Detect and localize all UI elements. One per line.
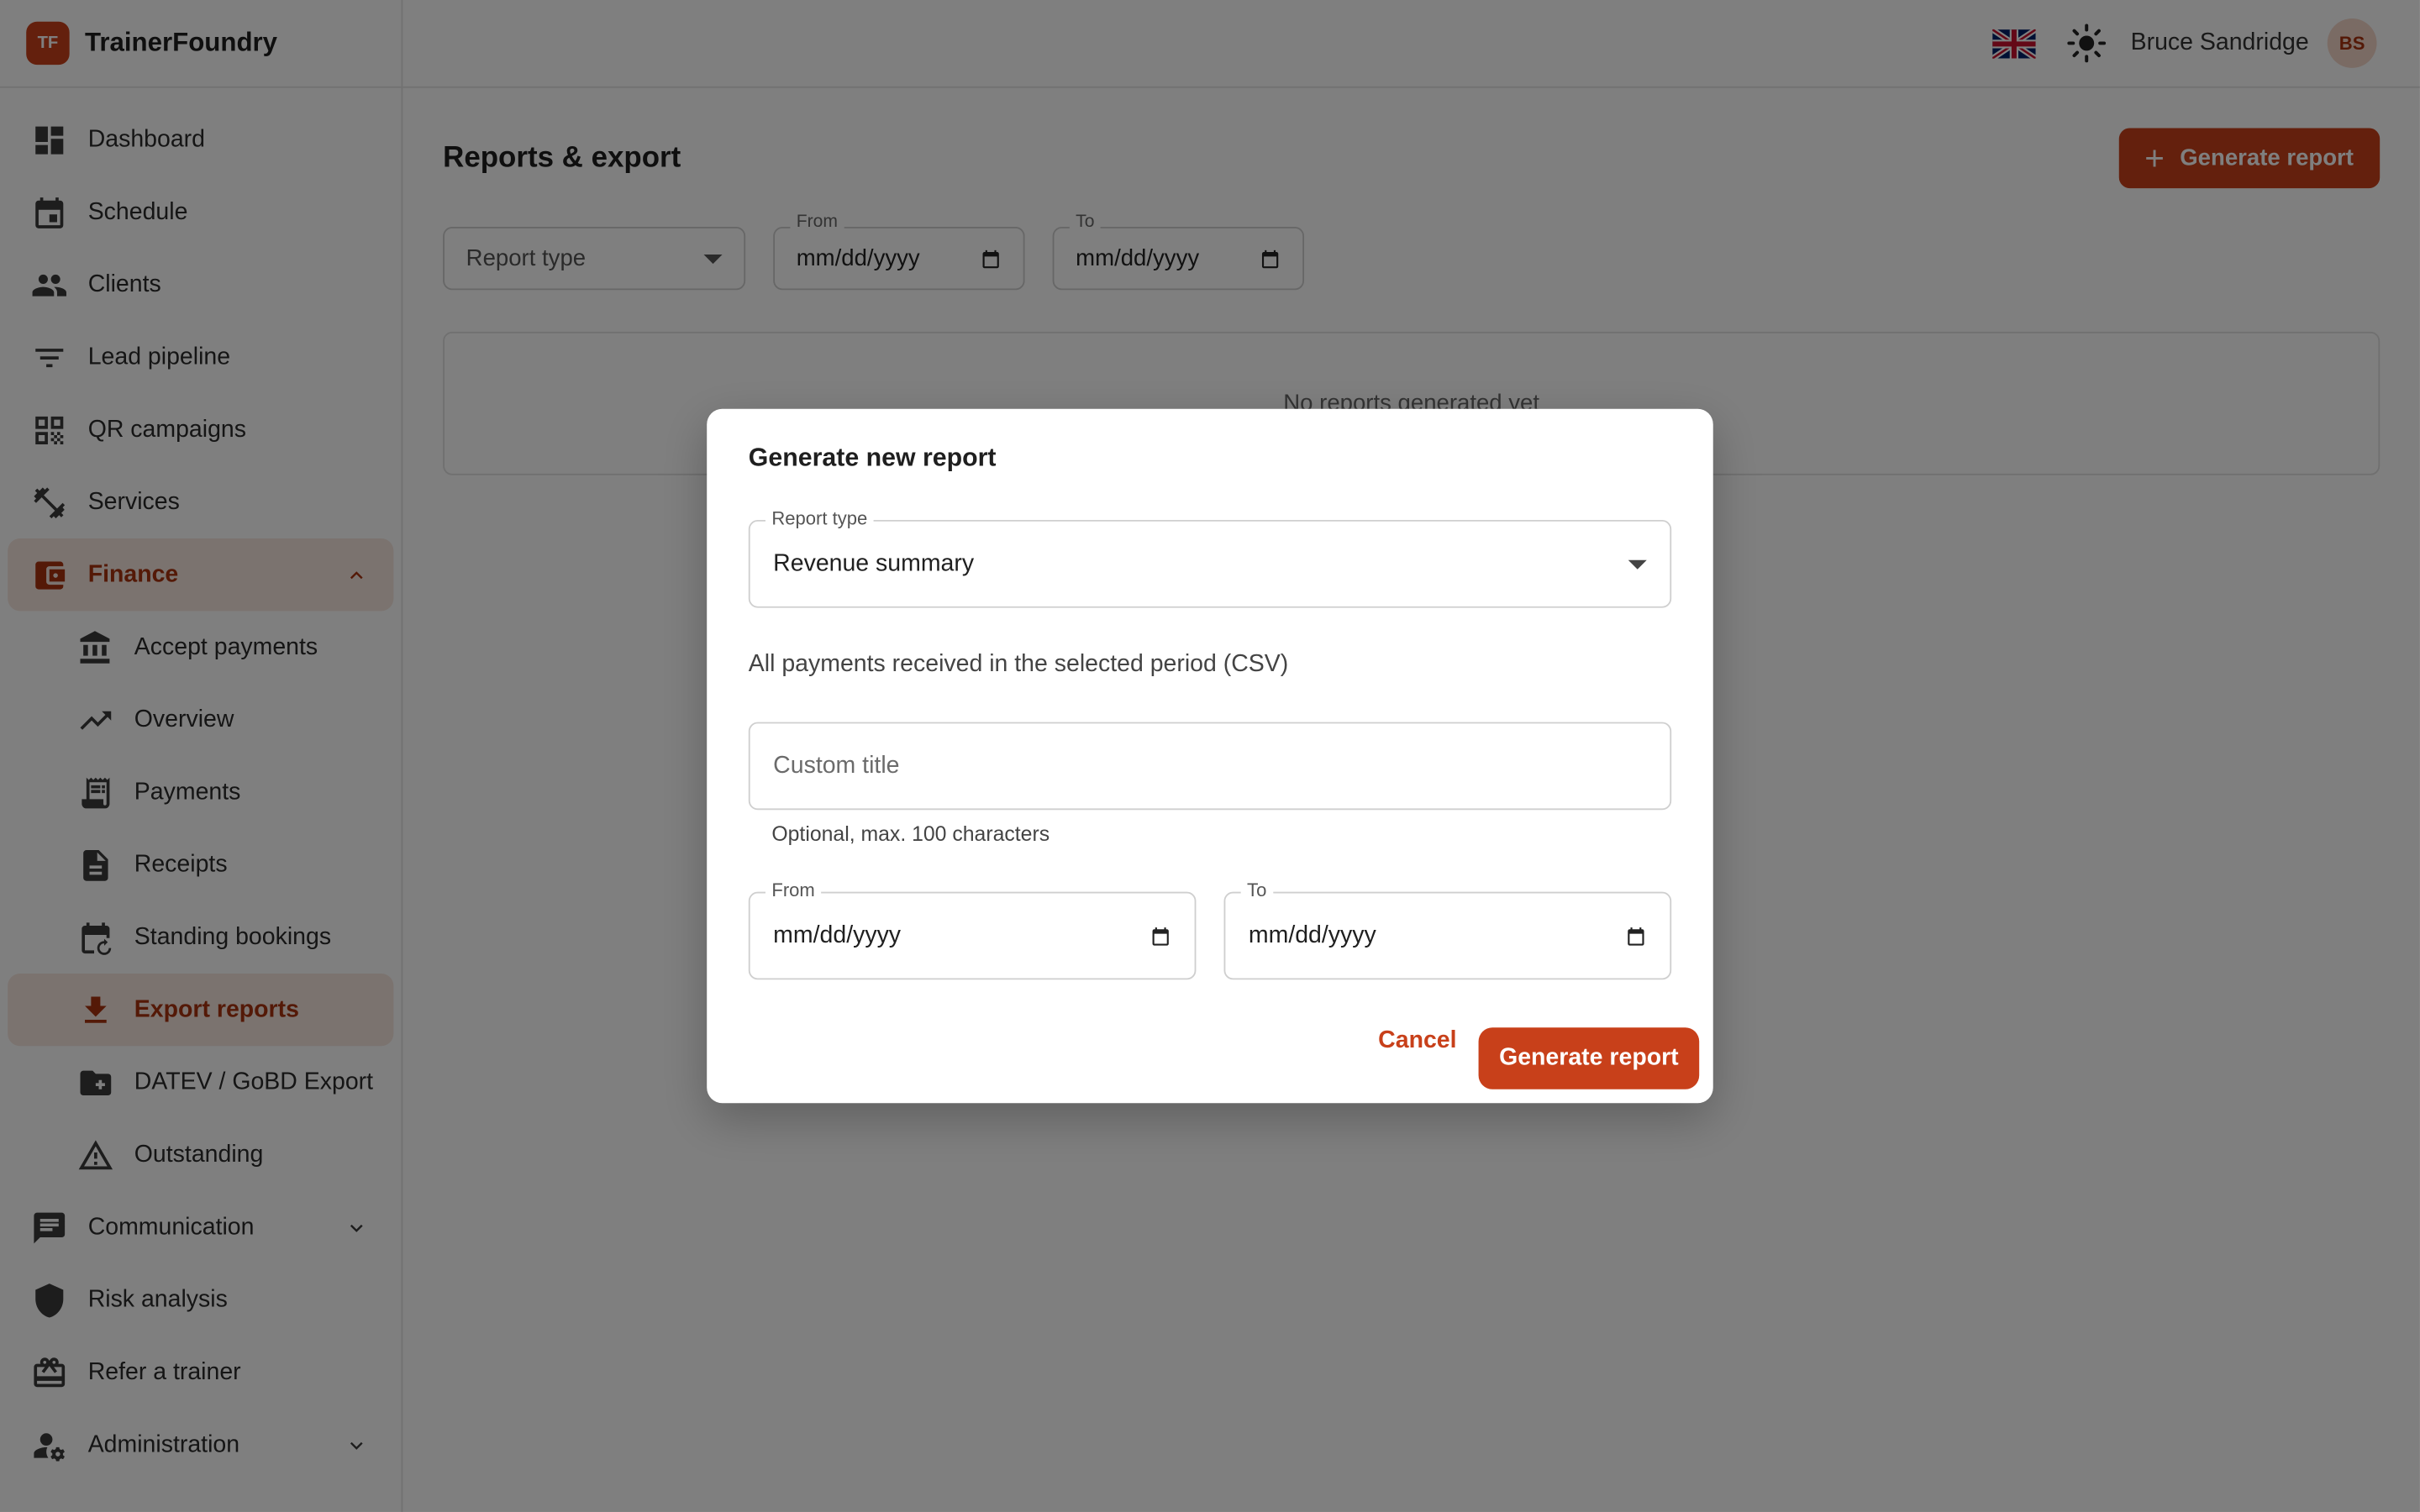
custom-title-placeholder: Custom title [773,752,900,779]
from-date-input[interactable]: From mm/dd/yyyy [748,879,1197,980]
report-type-description: All payments received in the selected pe… [748,651,1289,678]
from-date-label: From [765,879,822,901]
dialog-title: Generate new report [748,444,997,473]
report-type-value: Revenue summary [773,549,975,577]
app-root: TF TrainerFoundry Dashboard Schedule Cli… [0,0,2420,1512]
calendar-icon[interactable] [1150,925,1171,947]
generate-report-dialog: Generate new report Report type Revenue … [707,408,1713,1104]
from-date-value: mm/dd/yyyy [773,921,902,948]
custom-title-helper: Optional, max. 100 characters [771,822,1050,846]
calendar-icon[interactable] [1625,925,1647,947]
cancel-button[interactable]: Cancel [1378,1027,1456,1055]
to-date-value: mm/dd/yyyy [1248,921,1376,948]
to-date-label: To [1240,879,1273,901]
report-type-select[interactable]: Report type Revenue summary [748,507,1672,608]
custom-title-input[interactable]: Custom title [748,722,1672,811]
report-type-label: Report type [765,507,874,529]
to-date-input[interactable]: To mm/dd/yyyy [1223,879,1672,980]
submit-generate-report-button[interactable]: Generate report [1478,1027,1700,1089]
dropdown-arrow-icon [1628,559,1647,569]
